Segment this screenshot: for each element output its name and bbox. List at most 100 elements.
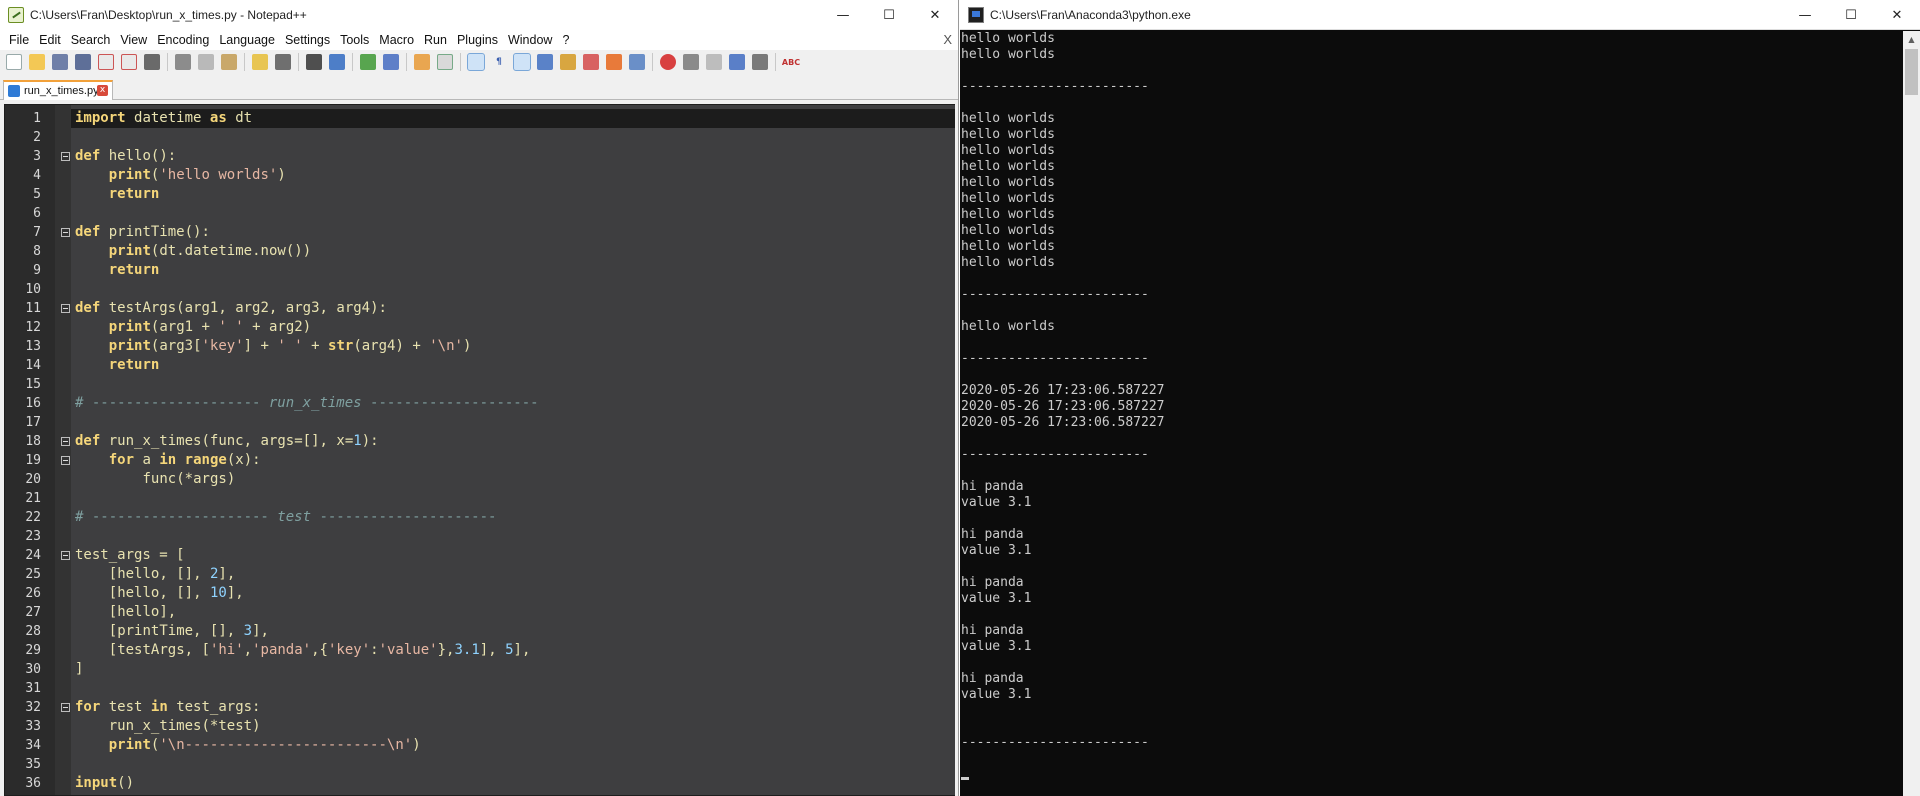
code-line[interactable]: 6 [5,204,955,223]
tab-close-icon[interactable]: x [97,85,108,96]
sync-horizontal-icon[interactable] [437,54,453,70]
menu-search[interactable]: Search [66,33,116,47]
code-line[interactable]: 7 def printTime(): [5,223,955,242]
replace-icon[interactable] [329,54,345,70]
sync-vertical-icon[interactable] [414,54,430,70]
function-list-icon[interactable] [583,54,599,70]
code-line[interactable]: 25 [hello, [], 2], [5,565,955,584]
code-line[interactable]: 30] [5,660,955,679]
code-line[interactable]: 21 [5,489,955,508]
code-line[interactable]: 26 [hello, [], 10], [5,584,955,603]
monitoring-icon[interactable] [629,54,645,70]
code-line[interactable]: 12 print(arg1 + ' ' + arg2) [5,318,955,337]
code-line[interactable]: 20 func(*args) [5,470,955,489]
print-icon[interactable] [144,54,160,70]
code-line[interactable]: 13 print(arg3['key'] + ' ' + str(arg4) +… [5,337,955,356]
close-file-icon[interactable] [98,54,114,70]
fold-toggle-icon[interactable] [61,152,70,161]
document-map-icon[interactable] [560,54,576,70]
show-all-characters-icon[interactable]: ¶ [491,54,507,70]
code-line[interactable]: 33 run_x_times(*test) [5,717,955,736]
folder-as-workspace-icon[interactable] [606,54,622,70]
menu-view[interactable]: View [115,33,152,47]
word-wrap-icon[interactable] [467,53,485,71]
console-close-button[interactable]: ✕ [1874,0,1920,30]
menu-language[interactable]: Language [214,33,280,47]
play-macro-icon[interactable] [706,54,722,70]
paste-icon[interactable] [221,54,237,70]
fold-toggle-icon[interactable] [61,228,70,237]
code-line[interactable]: 9 return [5,261,955,280]
new-file-icon[interactable] [6,54,22,70]
code-line[interactable]: 19 for a in range(x): [5,451,955,470]
code-line[interactable]: 35 [5,755,955,774]
record-macro-icon[interactable] [660,54,676,70]
zoom-in-icon[interactable] [360,54,376,70]
save-macro-icon[interactable] [752,54,768,70]
zoom-out-icon[interactable] [383,54,399,70]
minimize-button[interactable]: — [820,0,866,30]
menu-macro[interactable]: Macro [374,33,419,47]
menu-edit[interactable]: Edit [34,33,66,47]
code-line[interactable]: 23 [5,527,955,546]
code-line[interactable]: 3 def hello(): [5,147,955,166]
menu-run[interactable]: Run [419,33,452,47]
spell-check-icon[interactable]: ABC [782,54,800,70]
find-icon[interactable] [306,54,322,70]
fold-toggle-icon[interactable] [61,437,70,446]
code-line[interactable]: 11 def testArgs(arg1, arg2, arg3, arg4): [5,299,955,318]
code-line[interactable]: 18 def run_x_times(func, args=[], x=1): [5,432,955,451]
menu-settings[interactable]: Settings [280,33,335,47]
maximize-button[interactable]: ☐ [866,0,912,30]
menu-plugins[interactable]: Plugins [452,33,503,47]
code-line[interactable]: 16 # -------------------- run_x_times ---… [5,394,955,413]
close-all-icon[interactable] [121,54,137,70]
tab-run-x-times[interactable]: run_x_times.py x [3,80,113,100]
menu-tools[interactable]: Tools [335,33,374,47]
copy-icon[interactable] [198,54,214,70]
code-line[interactable]: 14 return [5,356,955,375]
fold-toggle-icon[interactable] [61,304,70,313]
code-line[interactable]: 10 [5,280,955,299]
code-line[interactable]: 28 [printTime, [], 3], [5,622,955,641]
indent-guide-icon[interactable] [513,53,531,71]
code-line[interactable]: 34 print('\n------------------------\n') [5,736,955,755]
redo-icon[interactable] [275,54,291,70]
code-line[interactable]: 8 print(dt.datetime.now()) [5,242,955,261]
menu-encoding[interactable]: Encoding [152,33,214,47]
console-scrollbar[interactable]: ▲ [1903,31,1920,796]
scroll-up-icon[interactable]: ▲ [1903,31,1920,48]
scroll-thumb[interactable] [1905,49,1918,95]
editor-titlebar[interactable]: C:\Users\Fran\Desktop\run_x_times.py - N… [0,0,958,30]
menu-file[interactable]: File [4,33,34,47]
menu-help[interactable]: ? [557,33,574,47]
code-line[interactable]: 31 [5,679,955,698]
close-document-button[interactable]: X [943,32,952,47]
fold-toggle-icon[interactable] [61,456,70,465]
console-maximize-button[interactable]: ☐ [1828,0,1874,30]
undo-icon[interactable] [252,54,268,70]
code-line[interactable]: 22 # --------------------- test ---------… [5,508,955,527]
save-all-icon[interactable] [75,54,91,70]
cut-icon[interactable] [175,54,191,70]
code-line[interactable]: 27 [hello], [5,603,955,622]
code-line[interactable]: 32 for test in test_args: [5,698,955,717]
close-button[interactable]: ✕ [912,0,958,30]
code-line[interactable]: 17 [5,413,955,432]
code-line[interactable]: 5 return [5,185,955,204]
menu-window[interactable]: Window [503,33,557,47]
code-line[interactable]: 4 print('hello worlds') [5,166,955,185]
user-language-icon[interactable] [537,54,553,70]
run-macro-multiple-icon[interactable] [729,54,745,70]
stop-macro-icon[interactable] [683,54,699,70]
open-file-icon[interactable] [29,54,45,70]
fold-toggle-icon[interactable] [61,703,70,712]
code-line[interactable]: 1 import datetime as dt [5,109,955,128]
code-line[interactable]: 2 [5,128,955,147]
console-minimize-button[interactable]: — [1782,0,1828,30]
console-output[interactable]: hello worlds hello worlds ----------------… [961,31,1901,795]
code-editor[interactable]: 1 import datetime as dt 2 3 def hello(): 4 pr… [4,104,955,796]
code-line[interactable]: 24 test_args = [ [5,546,955,565]
code-line[interactable]: 36 input() [5,774,955,793]
save-icon[interactable] [52,54,68,70]
